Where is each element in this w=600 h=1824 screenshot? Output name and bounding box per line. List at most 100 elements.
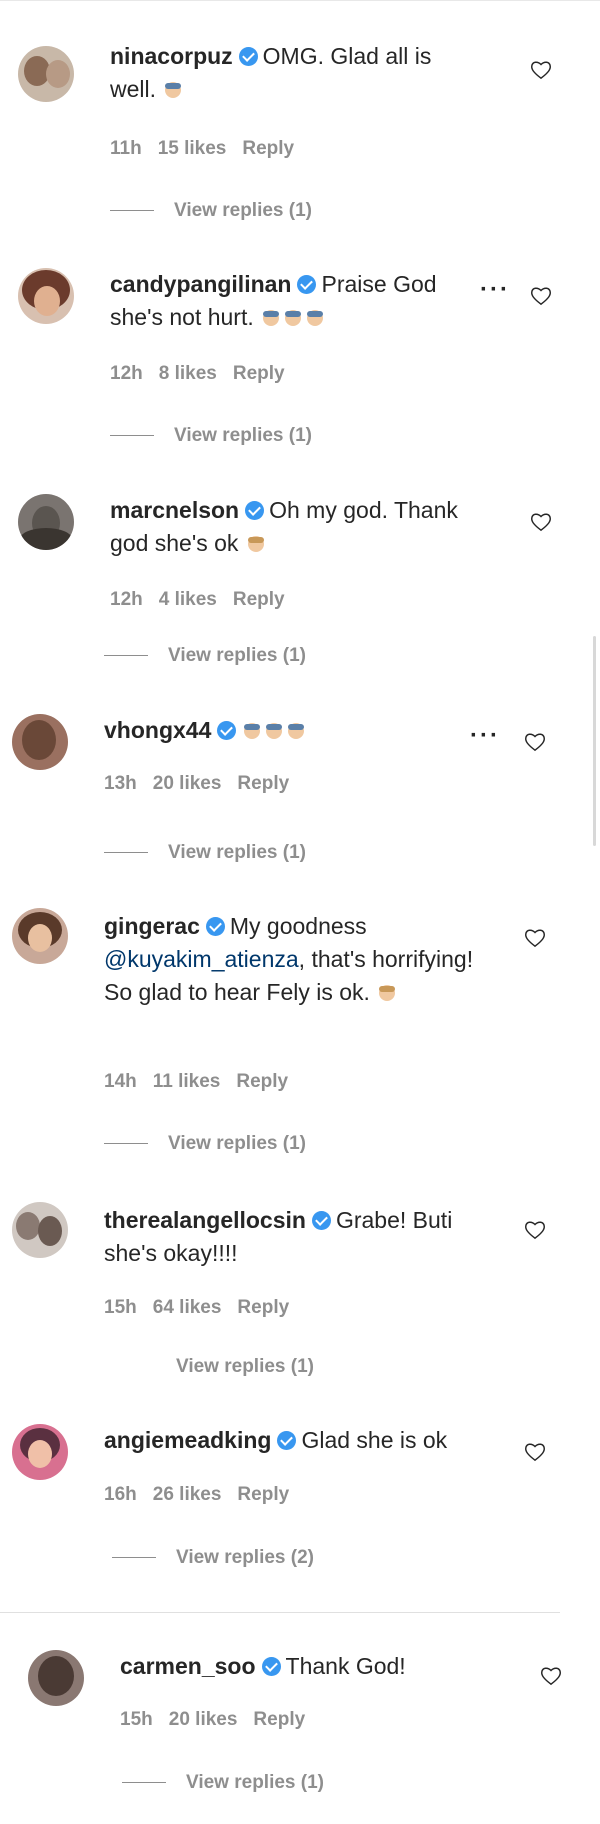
verified-badge-icon xyxy=(217,721,237,740)
avatar[interactable] xyxy=(28,1650,84,1706)
comment-username[interactable]: angiemeadking xyxy=(104,1427,271,1453)
comment-text: candypangilinan Praise God she's not hurt… xyxy=(110,268,465,336)
comment-text: marcnelson Oh my god. Thank god she's ok xyxy=(110,494,480,560)
comment-likes[interactable]: 26 likes xyxy=(153,1484,222,1505)
mention-link[interactable]: @kuyakim_atienza xyxy=(104,946,299,972)
verified-badge-icon xyxy=(297,275,317,294)
face-palm-emoji-icon xyxy=(376,983,398,1003)
comment-likes[interactable]: 4 likes xyxy=(159,589,217,610)
avatar[interactable] xyxy=(12,1424,68,1480)
view-replies-button[interactable]: View replies (2) xyxy=(112,1547,314,1569)
avatar[interactable] xyxy=(18,268,74,324)
comment-body: My goodness xyxy=(229,913,367,939)
comment-likes[interactable]: 15 likes xyxy=(158,138,227,159)
comment-time: 15h xyxy=(104,1297,137,1318)
face-palm-emoji-icon xyxy=(263,721,285,741)
more-options-icon[interactable]: ··· xyxy=(470,722,500,750)
view-replies-label: View replies (1) xyxy=(168,842,306,863)
view-replies-button[interactable]: View replies (1) xyxy=(110,200,312,222)
reply-button[interactable]: Reply xyxy=(253,1709,305,1730)
view-replies-label: View replies (1) xyxy=(174,425,312,446)
avatar[interactable] xyxy=(12,1202,68,1258)
heart-icon[interactable] xyxy=(524,1220,546,1240)
view-replies-button[interactable]: View replies (1) xyxy=(122,1772,324,1794)
comment-meta: 12h 4 likes Reply xyxy=(110,589,301,611)
comment-meta: 12h 8 likes Reply xyxy=(110,363,301,385)
section-divider xyxy=(0,1612,560,1613)
view-replies-button[interactable]: View replies (1) xyxy=(104,645,306,667)
heart-icon[interactable] xyxy=(524,1442,546,1462)
verified-badge-icon xyxy=(238,47,258,66)
avatar[interactable] xyxy=(18,494,74,550)
comment-text: gingerac My goodness @kuyakim_atienza, th… xyxy=(104,910,484,1009)
avatar[interactable] xyxy=(12,908,68,964)
comment-time: 13h xyxy=(104,773,137,794)
view-replies-button[interactable]: View replies (1) xyxy=(176,1356,314,1378)
verified-badge-icon xyxy=(245,501,265,520)
face-palm-emoji-icon xyxy=(304,308,326,328)
comment-time: 14h xyxy=(104,1071,137,1092)
comment-username[interactable]: gingerac xyxy=(104,913,200,939)
comment-text: angiemeadking Glad she is ok xyxy=(104,1424,484,1457)
comment-meta: 14h 11 likes Reply xyxy=(104,1071,304,1093)
face-palm-emoji-icon xyxy=(162,80,184,100)
reply-button[interactable]: Reply xyxy=(237,773,289,794)
view-replies-label: View replies (2) xyxy=(176,1547,314,1568)
view-replies-label: View replies (1) xyxy=(174,200,312,221)
reply-button[interactable]: Reply xyxy=(242,138,294,159)
comment-username[interactable]: therealangellocsin xyxy=(104,1207,306,1233)
view-replies-button[interactable]: View replies (1) xyxy=(104,1133,306,1155)
view-replies-label: View replies (1) xyxy=(168,1133,306,1154)
comment-meta: 15h 20 likes Reply xyxy=(120,1709,321,1731)
top-divider xyxy=(0,0,600,1)
comment-time: 11h xyxy=(110,138,142,159)
comment-body: Glad she is ok xyxy=(301,1427,448,1453)
comment-likes[interactable]: 11 likes xyxy=(153,1071,221,1092)
face-palm-emoji-icon xyxy=(241,721,263,741)
heart-icon[interactable] xyxy=(530,512,552,532)
heart-icon[interactable] xyxy=(530,286,552,306)
reply-button[interactable]: Reply xyxy=(237,1484,289,1505)
comment-likes[interactable]: 20 likes xyxy=(153,773,222,794)
comment-meta: 15h 64 likes Reply xyxy=(104,1297,305,1319)
comment-username[interactable]: vhongx44 xyxy=(104,717,211,743)
heart-icon[interactable] xyxy=(524,732,546,752)
reply-button[interactable]: Reply xyxy=(237,1297,289,1318)
comment-text: therealangellocsin Grabe! Buti she's okay… xyxy=(104,1204,484,1270)
reply-button[interactable]: Reply xyxy=(233,589,285,610)
comment-username[interactable]: ninacorpuz xyxy=(110,43,233,69)
comment-time: 16h xyxy=(104,1484,137,1505)
view-replies-label: View replies (1) xyxy=(186,1772,324,1793)
face-palm-emoji-icon xyxy=(260,308,282,328)
comment-username[interactable]: marcnelson xyxy=(110,497,239,523)
comment-text: carmen_soo Thank God! xyxy=(120,1650,490,1683)
comment-body: Thank God! xyxy=(285,1653,406,1679)
view-replies-button[interactable]: View replies (1) xyxy=(110,425,312,447)
verified-badge-icon xyxy=(311,1211,331,1230)
comment-meta: 16h 26 likes Reply xyxy=(104,1484,305,1506)
comment-meta: 11h 15 likes Reply xyxy=(110,138,310,160)
face-palm-emoji-icon xyxy=(285,721,307,741)
comment-time: 15h xyxy=(120,1709,153,1730)
more-options-icon[interactable]: ··· xyxy=(480,276,510,304)
comment-text: ninacorpuz OMG. Glad all is well. xyxy=(110,40,480,106)
verified-badge-icon xyxy=(261,1657,281,1676)
heart-icon[interactable] xyxy=(540,1666,562,1686)
avatar[interactable] xyxy=(12,714,68,770)
comment-time: 12h xyxy=(110,589,143,610)
avatar[interactable] xyxy=(18,46,74,102)
comment-username[interactable]: candypangilinan xyxy=(110,271,291,297)
scrollbar[interactable] xyxy=(593,636,596,846)
comment-likes[interactable]: 64 likes xyxy=(153,1297,222,1318)
comment-text: vhongx44 xyxy=(104,714,474,747)
face-palm-emoji-icon xyxy=(282,308,304,328)
heart-icon[interactable] xyxy=(524,928,546,948)
reply-button[interactable]: Reply xyxy=(233,363,285,384)
verified-badge-icon xyxy=(277,1431,297,1450)
comment-likes[interactable]: 8 likes xyxy=(159,363,217,384)
reply-button[interactable]: Reply xyxy=(236,1071,288,1092)
heart-icon[interactable] xyxy=(530,60,552,80)
comment-username[interactable]: carmen_soo xyxy=(120,1653,256,1679)
view-replies-button[interactable]: View replies (1) xyxy=(104,842,306,864)
comment-likes[interactable]: 20 likes xyxy=(169,1709,238,1730)
